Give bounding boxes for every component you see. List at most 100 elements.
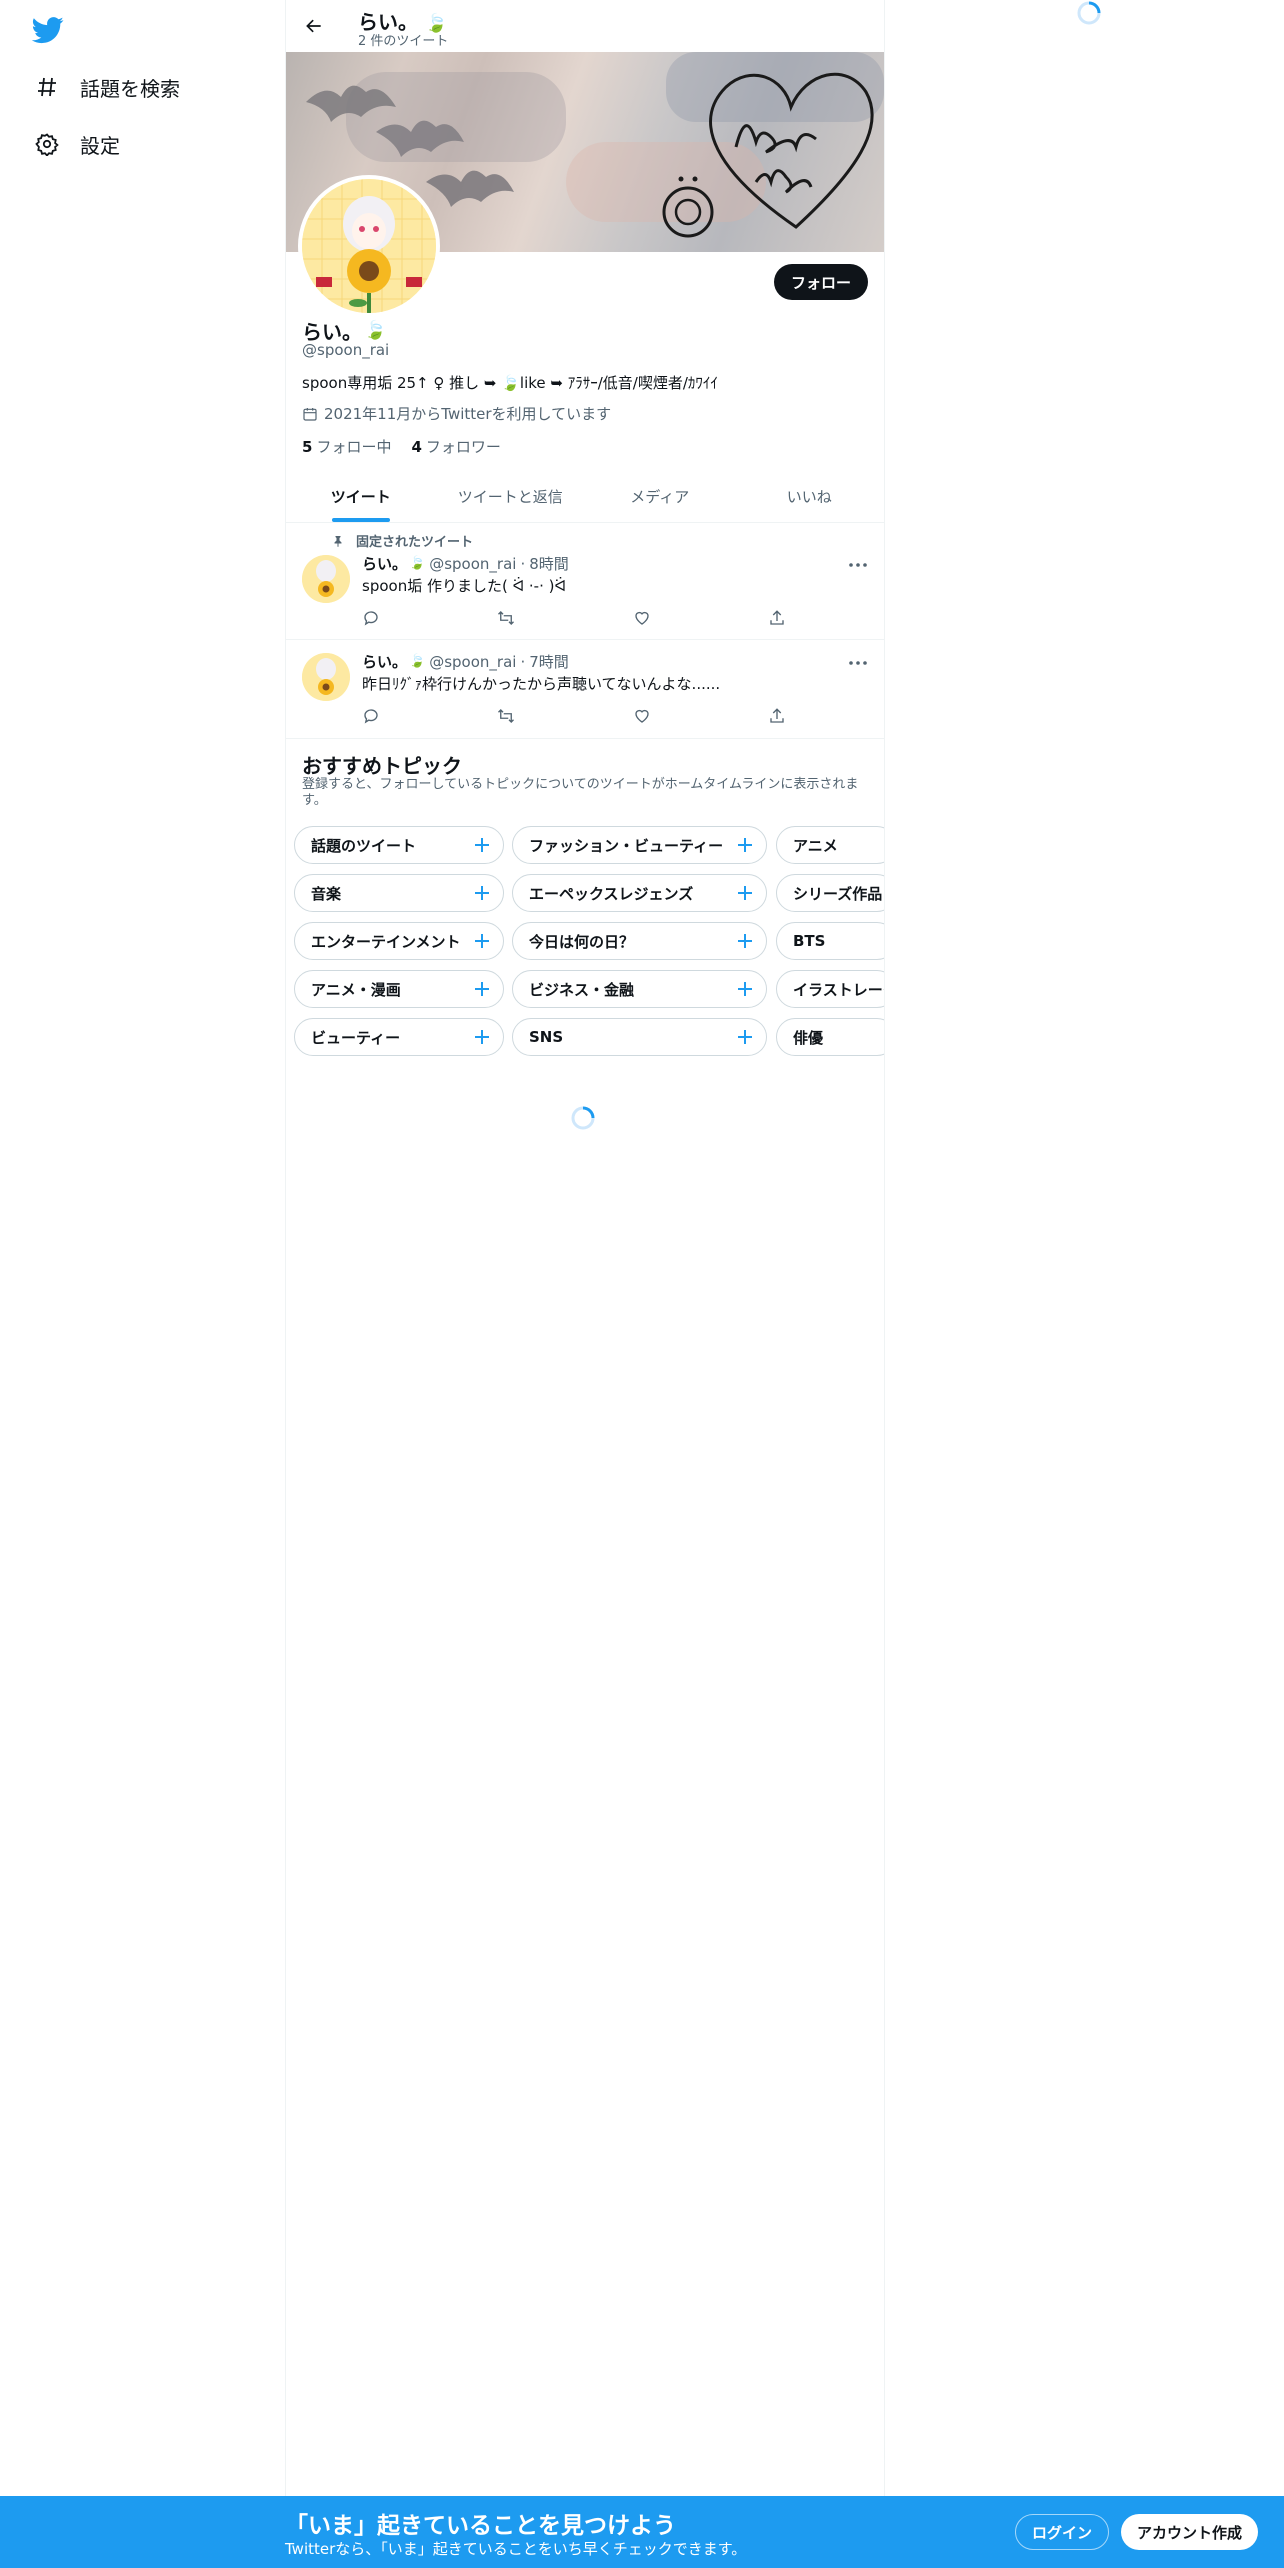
following-label: フォロー中 — [316, 438, 392, 456]
loading-spinner-icon — [571, 1106, 595, 1130]
topic-chip-label: BTS — [793, 932, 826, 950]
plus-icon[interactable] — [473, 1028, 491, 1046]
calendar-icon — [303, 407, 317, 421]
login-button[interactable]: ログイン — [1015, 2514, 1110, 2550]
topic-chip[interactable]: アニメ・漫画 — [294, 970, 504, 1008]
tweet-timestamp[interactable]: 7時間 — [529, 651, 569, 672]
topic-chip-row: エンターテインメント 今日は何の日？ BTS — [294, 922, 884, 962]
followers-label: フォロワー — [425, 438, 501, 456]
tweet-timestamp[interactable]: 8時間 — [529, 553, 569, 574]
followers-link[interactable]: 4 フォロワー — [411, 436, 500, 457]
topic-chip[interactable]: エーペックスレジェンズ — [512, 874, 767, 912]
topic-chip[interactable]: アニメ — [776, 826, 884, 864]
tweet-text: spoon垢 作りました( ᐛ ·-· )ᐛ — [362, 577, 566, 595]
topic-chip-label: 俳優 — [793, 1028, 824, 1047]
topic-chip-row: 話題のツイート ファッション・ビューティー アニメ — [294, 826, 884, 866]
retweet-icon[interactable] — [489, 699, 523, 733]
prompt-title: 「いま」起きていることを見つけよう — [285, 2513, 676, 2539]
topic-chip[interactable]: イラストレーター — [776, 970, 884, 1008]
tweet-header: らい。 🍃 @spoon_rai · 7時間 — [362, 651, 569, 672]
topic-chip-label: イラストレーター — [793, 980, 884, 999]
plus-icon[interactable] — [736, 980, 754, 998]
tweet-author-handle[interactable]: @spoon_rai — [429, 555, 516, 573]
leaf-emoji-icon: 🍃 — [364, 320, 387, 341]
joined-text: 2021年11月からTwitterを利用しています — [324, 405, 612, 423]
tab-tweets-and-replies[interactable]: ツイートと返信 — [436, 470, 586, 522]
hashtag-icon — [34, 74, 60, 100]
topic-chip[interactable]: 音楽 — [294, 874, 504, 912]
profile-avatar[interactable] — [298, 175, 440, 317]
topic-chip-label: エンターテインメント — [311, 932, 461, 951]
nav-item-settings[interactable]: 設定 — [34, 124, 120, 164]
tweet-author-name[interactable]: らい。 — [362, 651, 407, 672]
twitter-bird-icon[interactable] — [31, 14, 64, 46]
topic-chip-label: ファッション・ビューティー — [529, 836, 724, 855]
app-root: 話題を検索 設定 らい。 🍃 2 件のツイート フォロー らい。 🍃 @spoo… — [0, 0, 1284, 2568]
topic-chip-label: アニメ・漫画 — [311, 980, 401, 999]
tab-likes[interactable]: いいね — [735, 470, 885, 522]
topic-chip[interactable]: 俳優 — [776, 1018, 884, 1056]
plus-icon[interactable] — [473, 836, 491, 854]
tweet-author-handle[interactable]: @spoon_rai — [429, 653, 516, 671]
tweet[interactable]: 固定されたツイート らい。 🍃 @spoon_rai · 8時間 spoon垢 … — [286, 523, 884, 640]
topic-chip-row: 音楽 エーペックスレジェンズ シリーズ作品 — [294, 874, 884, 914]
retweet-icon[interactable] — [489, 601, 523, 635]
tab-media[interactable]: メディア — [585, 470, 735, 522]
tweet-avatar[interactable] — [302, 555, 350, 603]
plus-icon[interactable] — [736, 884, 754, 902]
tweet-avatar[interactable] — [302, 653, 350, 701]
leaf-emoji-icon: 🍃 — [409, 654, 426, 669]
pin-icon — [334, 535, 342, 547]
topic-chip-label: ビューティー — [311, 1028, 401, 1047]
profile-handle: @spoon_rai — [302, 341, 390, 359]
reply-icon[interactable] — [354, 699, 388, 733]
tweet-author-name[interactable]: らい。 — [362, 553, 407, 574]
back-arrow-icon[interactable] — [300, 12, 328, 40]
follow-button[interactable]: フォロー — [773, 264, 868, 300]
plus-icon[interactable] — [473, 884, 491, 902]
plus-icon[interactable] — [473, 932, 491, 950]
more-options-icon[interactable] — [848, 555, 868, 575]
followers-count: 4 — [411, 438, 422, 456]
nav-item-explore[interactable]: 話題を検索 — [34, 67, 180, 107]
gear-icon — [34, 131, 60, 157]
plus-icon[interactable] — [473, 980, 491, 998]
topic-chip-label: SNS — [529, 1028, 564, 1046]
header-tweet-count: 2 件のツイート — [358, 34, 449, 49]
topic-chip[interactable]: 今日は何の日？ — [512, 922, 767, 960]
share-icon[interactable] — [760, 699, 794, 733]
signup-prompt-bar: 「いま」起きていることを見つけよう Twitterなら、「いま」起きていることを… — [0, 2496, 1284, 2568]
topic-chip[interactable]: ビジネス・金融 — [512, 970, 767, 1008]
signup-button[interactable]: アカウント作成 — [1121, 2514, 1259, 2550]
plus-icon[interactable] — [736, 932, 754, 950]
tweet[interactable]: らい。 🍃 @spoon_rai · 7時間 昨日ﾘｸﾞｧ枠行けんかったから声聴… — [286, 641, 884, 739]
topic-chip-label: 音楽 — [311, 884, 342, 903]
like-icon[interactable] — [625, 601, 659, 635]
topic-chip[interactable]: シリーズ作品 — [776, 874, 884, 912]
profile-header-bar: らい。 🍃 2 件のツイート — [286, 0, 884, 52]
nav-item-label: 話題を検索 — [80, 76, 180, 101]
topic-chip-label: 話題のツイート — [311, 836, 417, 855]
topic-chip[interactable]: BTS — [776, 922, 884, 960]
following-link[interactable]: 5 フォロー中 — [302, 436, 391, 457]
plus-icon[interactable] — [736, 1028, 754, 1046]
more-options-icon[interactable] — [848, 653, 868, 673]
topic-chip[interactable]: エンターテインメント — [294, 922, 504, 960]
separator-dot: · — [520, 554, 526, 573]
topic-chip[interactable]: 話題のツイート — [294, 826, 504, 864]
main-column: らい。 🍃 2 件のツイート フォロー らい。 🍃 @spoon_rai spo… — [285, 0, 885, 2568]
like-icon[interactable] — [625, 699, 659, 733]
profile-stats: 5 フォロー中 4 フォロワー — [302, 436, 521, 457]
reply-icon[interactable] — [354, 601, 388, 635]
topic-chip[interactable]: SNS — [512, 1018, 767, 1056]
topic-chip[interactable]: ファッション・ビューティー — [512, 826, 767, 864]
tab-tweets[interactable]: ツイート — [286, 470, 436, 522]
loading-spinner-icon — [1077, 1, 1101, 25]
right-sidebar — [886, 0, 1284, 100]
topic-chip-row: ビューティー SNS 俳優 — [294, 1018, 884, 1058]
share-icon[interactable] — [760, 601, 794, 635]
pinned-label: 固定されたツイート — [356, 535, 474, 550]
plus-icon[interactable] — [736, 836, 754, 854]
separator-dot: · — [520, 652, 526, 671]
topic-chip[interactable]: ビューティー — [294, 1018, 504, 1056]
